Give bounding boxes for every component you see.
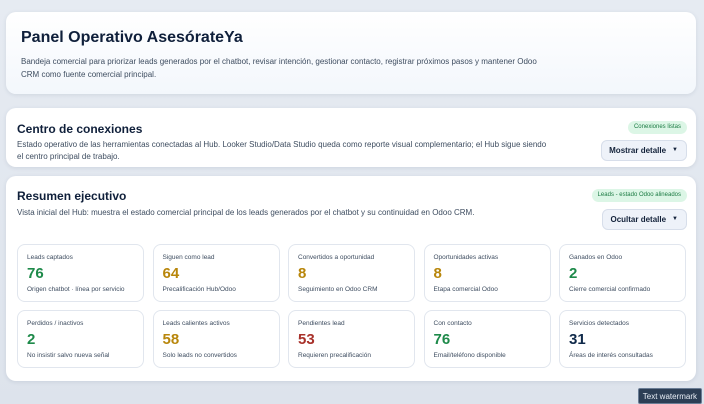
show-detail-label: Mostrar detalle	[609, 146, 667, 155]
caret-down-icon: ▼	[672, 147, 678, 153]
metric-caption: Origen chatbot · línea por servicio	[27, 286, 125, 293]
header-card: Panel Operativo AsesórateYa Bandeja come…	[6, 12, 696, 94]
metric-value: 53	[298, 331, 315, 348]
metric-caption: Etapa comercial Odoo	[433, 286, 498, 293]
metric-caption: Seguimiento en Odoo CRM	[298, 286, 378, 293]
metric-caption: Requieren precalificación	[298, 352, 371, 359]
metric-value: 58	[162, 331, 180, 348]
watermark: Text watermark	[637, 388, 702, 404]
metric-label: Convertidos a oportunidad	[298, 254, 375, 261]
page-title: Panel Operativo AsesórateYa	[21, 29, 243, 46]
metric-card: Servicios detectados 31 Áreas de interés c…	[559, 310, 686, 368]
metric-value: 76	[27, 265, 44, 282]
metric-value: 31	[569, 331, 586, 348]
metric-caption: Solo leads no convertidos	[162, 352, 237, 359]
hide-detail-button[interactable]: Ocultar detalle ▼	[602, 209, 687, 230]
metric-value: 8	[433, 265, 442, 282]
metric-label: Ganados en Odoo	[569, 254, 623, 261]
summary-card: Resumen ejecutivo Vista inicial del Hub:…	[6, 176, 696, 381]
summary-description: Vista inicial del Hub: muestra el estado…	[17, 208, 475, 217]
metric-value: 2	[27, 331, 36, 348]
metric-card: Leads captados 76 Origen chatbot · línea p…	[17, 244, 144, 302]
metric-label: Siguen como lead	[162, 254, 215, 261]
metric-caption: Cierre comercial confirmado	[569, 286, 651, 293]
metric-card: Ganados en Odoo 2 Cierre comercial confirm…	[559, 244, 686, 302]
metric-label: Pendientes lead	[298, 320, 345, 327]
metric-card: Oportunidades activas 8 Etapa comercial Od…	[423, 244, 551, 302]
metric-value: 8	[298, 265, 307, 282]
show-detail-button[interactable]: Mostrar detalle ▼	[601, 140, 687, 161]
metric-card: Perdidos / inactivos 2 No insistir salvo n…	[17, 310, 144, 368]
metric-label: Leads captados	[27, 254, 73, 261]
metric-card: Con contacto 76 Email/teléfono disponible	[423, 310, 551, 368]
hide-detail-label: Ocultar detalle	[610, 215, 667, 224]
metric-caption: Áreas de interés consultadas	[569, 352, 653, 359]
connections-card: Centro de conexiones Estado operativo de…	[6, 108, 696, 167]
metric-card: Siguen como lead 64 Precalificación Hub/Od…	[152, 244, 280, 302]
metric-card: Convertidos a oportunidad 8 Seguimiento en…	[288, 244, 415, 302]
metric-card: Leads calientes activos 58 Solo leads no c…	[152, 310, 280, 368]
metric-label: Leads calientes activos	[162, 320, 230, 327]
metric-caption: Email/teléfono disponible	[433, 352, 506, 359]
connections-title: Centro de conexiones	[17, 122, 143, 136]
summary-title: Resumen ejecutivo	[17, 189, 127, 203]
connections-status-badge: Conexiones listas	[627, 121, 687, 134]
caret-down-icon: ▼	[672, 216, 678, 222]
metric-label: Oportunidades activas	[433, 254, 499, 261]
page-description: Bandeja comercial para priorizar leads g…	[21, 57, 537, 79]
metrics-grid: Leads captados 76 Origen chatbot · línea p…	[17, 244, 686, 368]
metric-value: 76	[433, 331, 451, 348]
metric-value: 2	[569, 265, 578, 282]
metric-caption: Precalificación Hub/Odoo	[162, 286, 236, 293]
metric-card: Pendientes lead 53 Requieren precalificaci…	[288, 310, 415, 368]
connections-description: Estado operativo de las herramientas con…	[17, 140, 547, 161]
metric-caption: No insistir salvo nueva señal	[27, 352, 110, 359]
metric-label: Perdidos / inactivos	[27, 320, 84, 327]
summary-status-badge: Leads - estado Odoo alineados	[591, 189, 687, 202]
metric-label: Servicios detectados	[569, 320, 629, 327]
metric-label: Con contacto	[433, 320, 472, 327]
metric-value: 64	[162, 265, 180, 282]
